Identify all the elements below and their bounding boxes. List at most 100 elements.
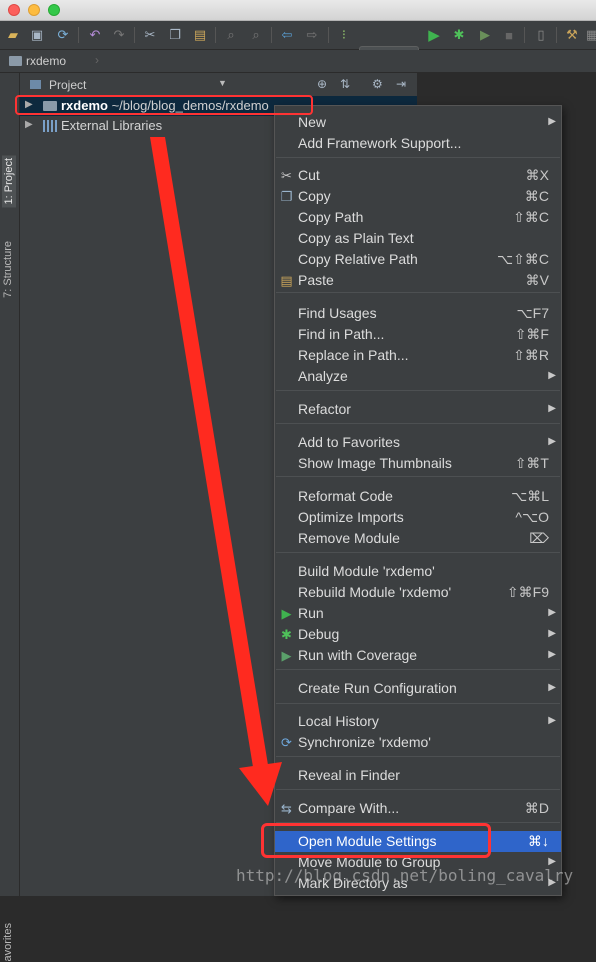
debug-icon: ✱ (281, 627, 292, 642)
menu-item-label: Replace in Path... (298, 347, 409, 363)
submenu-arrow-icon: ▶ (548, 715, 556, 726)
sync-icon[interactable]: ⟳ (54, 26, 72, 44)
menu-item-local-history[interactable]: Local History ▶ (275, 711, 561, 732)
annotation-highlight-settings (261, 823, 491, 858)
project-view-selector[interactable]: Project (49, 78, 86, 92)
menu-item-label: Analyze (298, 368, 348, 384)
tab-project[interactable]: 1: Project (2, 155, 16, 208)
menu-item-new[interactable]: New ▶ (275, 112, 561, 133)
menu-item-find-in-path[interactable]: Find in Path... ⇧⌘F (275, 324, 561, 345)
menu-item-add-to-favorites[interactable]: Add to Favorites ▶ (275, 432, 561, 453)
hide-panel-icon[interactable]: ⇥ (396, 77, 406, 91)
menu-item-label: Local History (298, 713, 379, 729)
cut-icon[interactable]: ✂ (141, 26, 159, 44)
scroll-from-source-icon[interactable]: ⊕ (317, 77, 327, 91)
breadcrumb[interactable]: rxdemo (26, 54, 66, 68)
menu-item-run[interactable]: ▶ Run ▶ (275, 603, 561, 624)
menu-item-label: Reformat Code (298, 488, 393, 504)
menu-item-shortcut: ⇧⌘F9 (506, 584, 549, 600)
chevron-down-icon[interactable]: ▼ (218, 78, 227, 88)
find-icon[interactable]: ⌕ (222, 26, 240, 44)
menu-item-shortcut: ⌘D (524, 800, 549, 816)
menu-item-shortcut: ⌥⌘L (511, 488, 549, 504)
structure-icon[interactable]: ▦ (583, 26, 596, 44)
menu-item-shortcut: ⇧⌘R (513, 347, 549, 363)
menu-item-analyze[interactable]: Analyze ▶ (275, 366, 561, 387)
window-titlebar (0, 0, 596, 21)
menu-separator (276, 423, 560, 424)
menu-item-label: Refactor (298, 401, 351, 417)
settings-icon[interactable]: ⚒ (563, 26, 581, 44)
menu-item-paste[interactable]: ▤ Paste ⌘V (275, 270, 561, 291)
sdk-manager-icon[interactable]: ▯ (532, 26, 550, 44)
tab-structure[interactable]: 7: Structure (2, 241, 14, 298)
sync-icon: ⟳ (281, 735, 292, 750)
submenu-arrow-icon: ▶ (548, 436, 556, 447)
run-icon[interactable]: ▶ (425, 26, 443, 44)
menu-item-refactor[interactable]: Refactor ▶ (275, 399, 561, 420)
minimize-window-button[interactable] (28, 4, 40, 16)
make-project-icon[interactable]: ⁝ (335, 26, 353, 44)
menu-separator (276, 669, 560, 670)
close-window-button[interactable] (8, 4, 20, 16)
tree-item-label: External Libraries (61, 118, 163, 133)
menu-item-label: Cut (298, 167, 320, 183)
menu-item-copy-as-plain-text[interactable]: Copy as Plain Text (275, 228, 561, 249)
menu-item-rebuild-module-rxdemo[interactable]: Rebuild Module 'rxdemo' ⇧⌘F9 (275, 582, 561, 603)
menu-item-shortcut: ⌥F7 (516, 305, 549, 321)
replace-icon[interactable]: ⌕ (247, 26, 265, 44)
coverage-icon[interactable]: ▶ (476, 26, 494, 44)
copy-icon[interactable]: ❐ (166, 26, 184, 44)
menu-item-shortcut: ⇧⌘T (514, 455, 549, 471)
menu-item-reveal-in-finder[interactable]: Reveal in Finder (275, 765, 561, 786)
menu-item-create-run-configuration[interactable]: Create Run Configuration ▶ (275, 678, 561, 699)
menu-item-label: Copy as Plain Text (298, 230, 414, 246)
menu-item-build-module-rxdemo[interactable]: Build Module 'rxdemo' (275, 561, 561, 582)
submenu-arrow-icon: ▶ (548, 607, 556, 618)
back-icon[interactable]: ⇦ (278, 26, 296, 44)
stop-icon[interactable]: ■ (500, 26, 518, 44)
menu-item-find-usages[interactable]: Find Usages ⌥F7 (275, 303, 561, 324)
menu-item-compare-with[interactable]: ⇆ Compare With... ⌘D (275, 798, 561, 819)
forward-icon[interactable]: ⇨ (303, 26, 321, 44)
paste-icon[interactable]: ▤ (191, 26, 209, 44)
menu-item-replace-in-path[interactable]: Replace in Path... ⇧⌘R (275, 345, 561, 366)
menu-item-label: Run with Coverage (298, 647, 418, 663)
collapse-all-icon[interactable]: ⇅ (340, 77, 350, 91)
redo-icon[interactable]: ↷ (110, 26, 128, 44)
menu-item-add-framework-support[interactable]: Add Framework Support... (275, 133, 561, 154)
menu-item-copy-relative-path[interactable]: Copy Relative Path ⌥⇧⌘C (275, 249, 561, 270)
menu-item-label: Copy (298, 188, 331, 204)
gear-icon[interactable]: ⚙ (372, 77, 383, 91)
submenu-arrow-icon: ▶ (548, 116, 556, 127)
menu-item-shortcut: ⌘V (525, 272, 549, 288)
zoom-window-button[interactable] (48, 4, 60, 16)
coverage-icon: ▶ (281, 648, 292, 663)
menu-item-label: Build Module 'rxdemo' (298, 563, 435, 579)
menu-separator (276, 789, 560, 790)
menu-item-optimize-imports[interactable]: Optimize Imports ^⌥O (275, 507, 561, 528)
menu-item-label: Create Run Configuration (298, 680, 457, 696)
menu-item-remove-module[interactable]: Remove Module ⌦ (275, 528, 561, 549)
save-icon[interactable]: ▣ (28, 26, 46, 44)
menu-item-label: Optimize Imports (298, 509, 404, 525)
menu-item-cut[interactable]: ✂ Cut ⌘X (275, 165, 561, 186)
menu-item-debug[interactable]: ✱ Debug ▶ (275, 624, 561, 645)
menu-item-run-with-coverage[interactable]: ▶ Run with Coverage ▶ (275, 645, 561, 666)
context-menu: New ▶ Add Framework Support... ✂ Cut ⌘X ❐ Copy ⌘… (274, 105, 562, 896)
menu-item-synchronize-rxdemo[interactable]: ⟳ Synchronize 'rxdemo' (275, 732, 561, 753)
menu-item-shortcut: ⌘C (524, 188, 549, 204)
menu-separator (276, 476, 560, 477)
main-toolbar: ▰ ▣ ⟳ ↶ ↷ ✂ ❐ ▤ ⌕ ⌕ ⇦ ⇨ ⁝ ⚙ test ▼ ▶ ✱ ▶… (0, 21, 596, 65)
expand-arrow-icon[interactable]: ▶ (25, 119, 33, 130)
debug-icon[interactable]: ✱ (450, 26, 468, 44)
menu-item-reformat-code[interactable]: Reformat Code ⌥⌘L (275, 486, 561, 507)
open-folder-icon[interactable]: ▰ (4, 26, 22, 44)
menu-item-show-image-thumbnails[interactable]: Show Image Thumbnails ⇧⌘T (275, 453, 561, 474)
undo-icon[interactable]: ↶ (86, 26, 104, 44)
library-icon (43, 120, 57, 132)
menu-item-copy-path[interactable]: Copy Path ⇧⌘C (275, 207, 561, 228)
menu-item-shortcut: ⌦ (529, 530, 549, 546)
tab-favorites[interactable]: avorites (2, 923, 14, 962)
menu-item-copy[interactable]: ❐ Copy ⌘C (275, 186, 561, 207)
